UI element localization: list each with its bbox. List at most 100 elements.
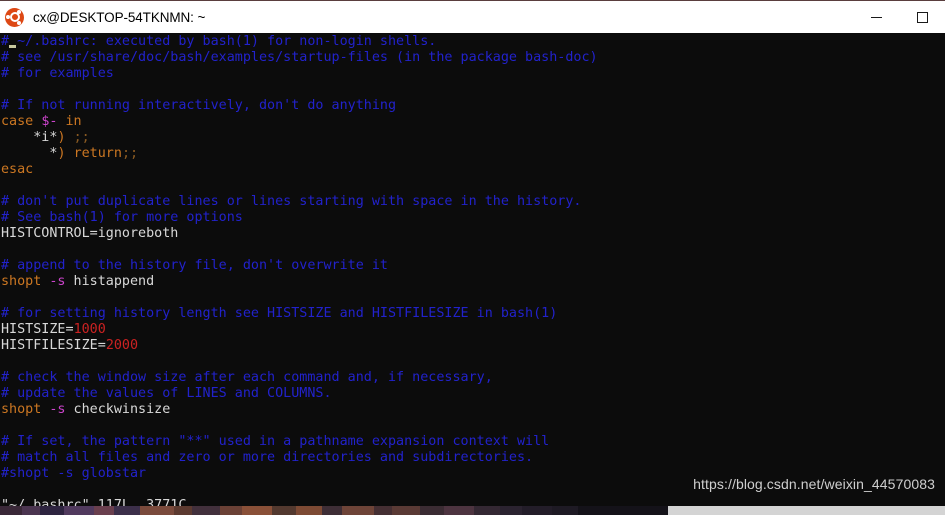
- terminal-text: HISTCONTROL=ignoreboth: [1, 226, 179, 241]
- maximize-button[interactable]: [899, 0, 945, 34]
- terminal-line: HISTCONTROL=ignoreboth: [0, 226, 945, 242]
- terminal-line: # See bash(1) for more options: [0, 210, 945, 226]
- terminal-text: return: [73, 146, 122, 161]
- terminal-text: ): [57, 130, 66, 145]
- terminal-line: # If not running interactively, don't do…: [0, 98, 945, 114]
- terminal-line: # match all files and zero or more direc…: [0, 450, 945, 466]
- terminal-line: # update the values of LINES and COLUMNS…: [0, 386, 945, 402]
- terminal-line: # for setting history length see HISTSIZ…: [0, 306, 945, 322]
- titlebar-left-group: cx@DESKTOP-54TKNMN: ~: [0, 7, 853, 27]
- terminal-text: #shopt -s globstar: [1, 466, 147, 481]
- terminal-text: "~/.bashrc" 117L, 3771C: [1, 498, 187, 506]
- taskbar-thumbnail[interactable]: [296, 506, 322, 515]
- taskbar-thumbnail[interactable]: [192, 506, 220, 515]
- terminal-line: HISTFILESIZE=2000: [0, 338, 945, 354]
- terminal-text: # see /usr/share/doc/bash/examples/start…: [1, 50, 598, 65]
- terminal-line: *i*) ;;: [0, 130, 945, 146]
- terminal-text: *: [1, 146, 58, 161]
- terminal-text: *i*: [1, 130, 58, 145]
- taskbar-thumbnail[interactable]: [444, 506, 474, 515]
- taskbar-thumbnail[interactable]: [342, 506, 374, 515]
- terminal-text: HISTSIZE=: [1, 322, 74, 337]
- terminal-text: # match all files and zero or more direc…: [1, 450, 534, 465]
- terminal-cursor: [9, 34, 17, 49]
- terminal-text: # update the values of LINES and COLUMNS…: [1, 386, 332, 401]
- terminal-text: HISTFILESIZE=: [1, 338, 106, 353]
- taskbar-thumbnail[interactable]: [392, 506, 420, 515]
- taskbar-thumbnail[interactable]: [0, 506, 22, 515]
- taskbar-thumbnail[interactable]: [272, 506, 296, 515]
- terminal-text: shopt: [1, 274, 50, 289]
- terminal-line: HISTSIZE=1000: [0, 322, 945, 338]
- ubuntu-logo-icon: [5, 7, 24, 27]
- taskbar-thumbnail[interactable]: [40, 506, 64, 515]
- taskbar-thumbnail[interactable]: [220, 506, 242, 515]
- terminal-line: # If set, the pattern "**" used in a pat…: [0, 434, 945, 450]
- terminal-text: shopt: [1, 402, 50, 417]
- terminal-line: *) return;;: [0, 146, 945, 162]
- terminal-text: # append to the history file, don't over…: [1, 258, 388, 273]
- terminal-line: shopt -s checkwinsize: [0, 402, 945, 418]
- taskbar-thumbnail[interactable]: [22, 506, 40, 515]
- terminal-text: -s: [49, 402, 66, 417]
- minimize-button[interactable]: [853, 0, 899, 34]
- terminal-text: ): [57, 146, 66, 161]
- taskbar-thumbnail[interactable]: [500, 506, 522, 515]
- terminal-text: -s: [49, 274, 66, 289]
- terminal-line: "~/.bashrc" 117L, 3771C: [0, 498, 945, 506]
- terminal-line: # check the window size after each comma…: [0, 370, 945, 386]
- window-titlebar: cx@DESKTOP-54TKNMN: ~: [0, 0, 945, 34]
- terminal-line: # append to the history file, don't over…: [0, 258, 945, 274]
- taskbar-thumbnail[interactable]: [140, 506, 174, 515]
- desktop-taskbar[interactable]: [0, 506, 945, 515]
- terminal-text: esac: [1, 162, 34, 177]
- taskbar-thumbnail[interactable]: [578, 506, 668, 515]
- terminal-text: #: [1, 34, 10, 49]
- taskbar-thumbnail[interactable]: [420, 506, 444, 515]
- terminal-text: case: [1, 114, 42, 129]
- terminal-line: shopt -s histappend: [0, 274, 945, 290]
- taskbar-thumbnail[interactable]: [114, 506, 140, 515]
- terminal-text: # for examples: [1, 66, 114, 81]
- taskbar-thumbnail[interactable]: [64, 506, 94, 515]
- taskbar-thumbnail[interactable]: [668, 506, 945, 515]
- taskbar-thumbnail[interactable]: [242, 506, 272, 515]
- terminal-text: # for setting history length see HISTSIZ…: [1, 306, 558, 321]
- taskbar-thumbnail[interactable]: [552, 506, 578, 515]
- taskbar-thumbnail[interactable]: [474, 506, 500, 515]
- terminal-text: # If not running interactively, don't do…: [1, 98, 397, 113]
- terminal-line: # see /usr/share/doc/bash/examples/start…: [0, 50, 945, 66]
- terminal-text: 1000: [73, 322, 106, 337]
- terminal-line: # ~/.bashrc: executed by bash(1) for non…: [0, 34, 945, 50]
- terminal-text: ;;: [73, 130, 90, 145]
- terminal-line: esac: [0, 162, 945, 178]
- terminal-text: # See bash(1) for more options: [1, 210, 243, 225]
- terminal-line: case $- in: [0, 114, 945, 130]
- taskbar-thumbnail[interactable]: [374, 506, 392, 515]
- terminal-text: # check the window size after each comma…: [1, 370, 493, 385]
- terminal-text: checkwinsize: [65, 402, 171, 417]
- terminal-text: histappend: [65, 274, 155, 289]
- taskbar-thumbnail[interactable]: [322, 506, 342, 515]
- taskbar-thumbnail[interactable]: [522, 506, 552, 515]
- terminal-text-area[interactable]: # ~/.bashrc: executed by bash(1) for non…: [0, 33, 945, 506]
- terminal-line: # for examples: [0, 66, 945, 82]
- terminal-text: # don't put duplicate lines or lines sta…: [1, 194, 582, 209]
- watermark-url: https://blog.csdn.net/weixin_44570083: [693, 476, 935, 492]
- terminal-line: # don't put duplicate lines or lines sta…: [0, 194, 945, 210]
- taskbar-thumbnail[interactable]: [94, 506, 114, 515]
- terminal-text: ~/.bashrc: executed by bash(1) for non-l…: [17, 34, 437, 49]
- terminal-text: 2000: [105, 338, 139, 353]
- terminal-text: # If set, the pattern "**" used in a pat…: [1, 434, 550, 449]
- minimize-icon: [870, 16, 882, 18]
- taskbar-thumbnail[interactable]: [174, 506, 192, 515]
- terminal-text: $-: [41, 114, 58, 129]
- window-controls: [853, 0, 945, 34]
- terminal-text: in: [57, 114, 82, 129]
